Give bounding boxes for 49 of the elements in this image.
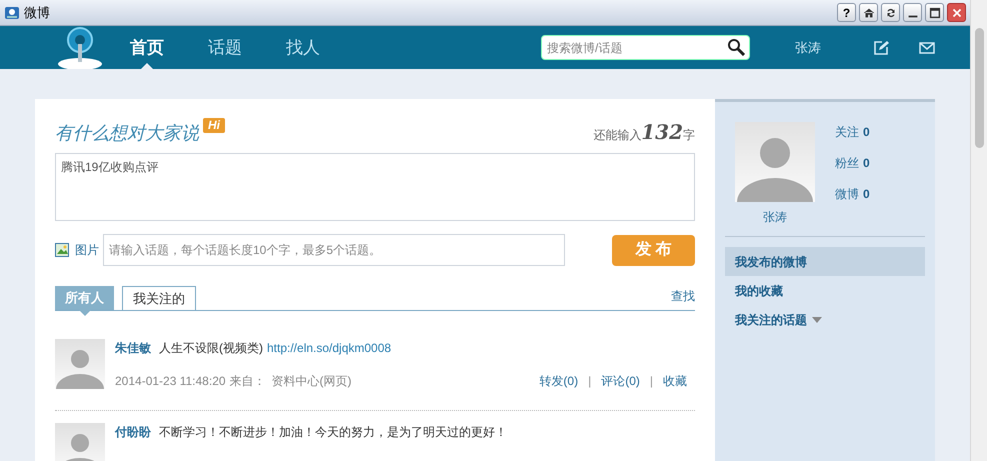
scrollbar[interactable]	[970, 0, 987, 461]
feed-tab[interactable]: 我关注的	[122, 286, 196, 310]
edit-icon[interactable]	[873, 40, 889, 56]
post-text: 人生不设限(视频类)	[159, 340, 263, 357]
action-link[interactable]: 评论(0)	[601, 372, 640, 390]
stat-label[interactable]: 微博	[835, 185, 859, 203]
author-name[interactable]: 朱佳敏	[115, 339, 151, 357]
image-link[interactable]: 图片	[75, 241, 99, 259]
stat-value[interactable]: 0	[863, 123, 870, 141]
separator: |	[588, 373, 592, 390]
composer-title: 有什么想对大家说	[55, 122, 199, 145]
action-link[interactable]: 收藏	[663, 372, 687, 390]
side-menu-item[interactable]: 我关注的话题	[725, 305, 925, 334]
stat-value[interactable]: 0	[863, 154, 870, 172]
stat-label[interactable]: 关注	[835, 123, 859, 141]
stat-value[interactable]: 0	[863, 185, 870, 203]
find-link[interactable]: 查找	[671, 287, 695, 305]
post-text: 不断学习！不断进步！加油！今天的努力，是为了明天过的更好！	[159, 424, 507, 441]
character-counter: 还能输入132字	[593, 119, 695, 146]
nav-tab[interactable]: 找人	[286, 26, 320, 69]
profile-name[interactable]: 张涛	[763, 208, 787, 226]
logo-icon	[55, 26, 105, 69]
search-icon[interactable]	[727, 38, 745, 56]
caret-icon[interactable]	[812, 316, 822, 322]
topic-input[interactable]: 请输入话题，每个话题长度10个字，最多5个话题。	[103, 234, 565, 266]
post-time: 2014-01-23 11:48:20	[115, 373, 226, 390]
mail-icon[interactable]	[919, 42, 935, 54]
search-field[interactable]: 搜索微博/话题	[541, 35, 750, 60]
image-icon[interactable]	[55, 243, 69, 257]
separator: |	[650, 373, 653, 390]
source-label: 来自：	[230, 373, 266, 390]
avatar-placeholder	[55, 423, 105, 461]
hi-badge: Hi	[203, 118, 225, 133]
post-input[interactable]: 腾讯19亿收购点评	[55, 153, 695, 221]
help-button[interactable]: ?	[837, 3, 856, 22]
side-menu-item[interactable]: 我的收藏	[725, 276, 925, 305]
app-icon	[4, 4, 20, 20]
nav-tab[interactable]: 话题	[208, 26, 242, 69]
nav-tab[interactable]: 首页	[130, 26, 164, 69]
author-name[interactable]: 付盼盼	[115, 423, 151, 441]
avatar-placeholder	[55, 339, 105, 389]
side-menu-item[interactable]: 我发布的微博	[725, 247, 925, 276]
scrollbar-thumb[interactable]	[974, 28, 984, 148]
user-name[interactable]: 张涛	[795, 38, 821, 58]
action-link[interactable]: 转发(0)	[539, 372, 578, 390]
post-source: 资料中心(网页)	[272, 373, 352, 390]
stat-label[interactable]: 粉丝	[835, 154, 859, 172]
window-title: 微博	[24, 4, 50, 22]
post-link[interactable]: http://eln.so/djqkm0008	[267, 339, 392, 357]
